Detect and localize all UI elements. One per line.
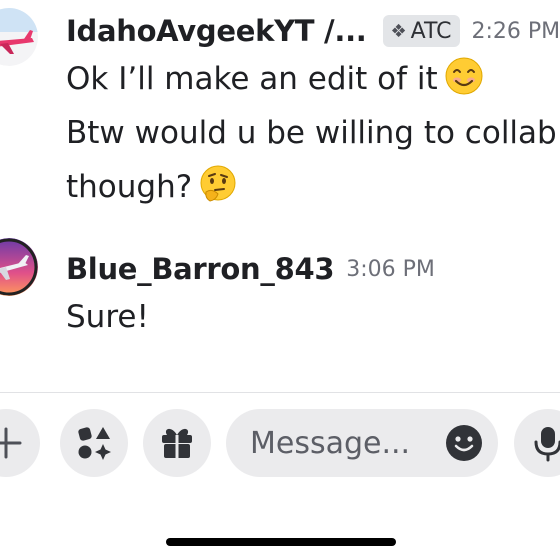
- message-line-text: Ok I’ll make an edit of it: [66, 61, 438, 97]
- message-group-1: IdahoAvgeekYT /... ❖ ATC 2:26 PM Ok I’ll…: [0, 0, 560, 220]
- timestamp: 3:06 PM: [346, 256, 435, 282]
- avatar[interactable]: [0, 8, 38, 66]
- tag-label: ATC: [410, 18, 452, 44]
- smiling-face-icon: [445, 57, 483, 95]
- message-line: Btw would u be willing to collab: [66, 106, 557, 160]
- emoji-icon[interactable]: [444, 423, 484, 463]
- divider: [0, 392, 560, 393]
- message-line-text: though?: [66, 169, 193, 205]
- message-line-text: Btw would u be willing to collab: [66, 115, 557, 151]
- message-line: though?: [66, 160, 557, 214]
- username[interactable]: IdahoAvgeekYT /...: [66, 14, 367, 48]
- gift-icon: [162, 428, 192, 458]
- add-attachment-button[interactable]: [0, 409, 40, 477]
- username[interactable]: Blue_Barron_843: [66, 252, 335, 286]
- message-text[interactable]: Ok I’ll make an edit of it Btw would u b…: [66, 52, 557, 214]
- voice-message-button[interactable]: [514, 409, 560, 477]
- airplane-avatar-icon: [0, 8, 38, 66]
- message-text[interactable]: Sure!: [66, 290, 149, 344]
- message-placeholder: Message...: [250, 425, 411, 461]
- timestamp: 2:26 PM: [471, 18, 560, 44]
- avatar[interactable]: [0, 238, 38, 296]
- apps-icon: [78, 427, 111, 460]
- message-line-text: Sure!: [66, 299, 149, 335]
- message-input[interactable]: Message...: [226, 409, 498, 477]
- gift-button[interactable]: [143, 409, 211, 477]
- airplane-avatar-icon: [0, 238, 38, 296]
- message-header: IdahoAvgeekYT /... ❖ ATC 2:26 PM: [66, 12, 560, 50]
- apps-button[interactable]: [60, 409, 128, 477]
- diamond-wings-icon: ❖: [390, 20, 407, 42]
- message-line: Ok I’ll make an edit of it: [66, 52, 557, 106]
- message-header: Blue_Barron_843 3:06 PM: [66, 250, 435, 288]
- message-group-2: Blue_Barron_843 3:06 PM Sure!: [0, 230, 560, 350]
- message-line: Sure!: [66, 290, 149, 344]
- plus-icon: [0, 427, 22, 459]
- server-tag-badge[interactable]: ❖ ATC: [382, 15, 460, 47]
- microphone-icon: [534, 427, 560, 462]
- thinking-face-icon: [200, 165, 236, 202]
- home-indicator[interactable]: [166, 538, 396, 546]
